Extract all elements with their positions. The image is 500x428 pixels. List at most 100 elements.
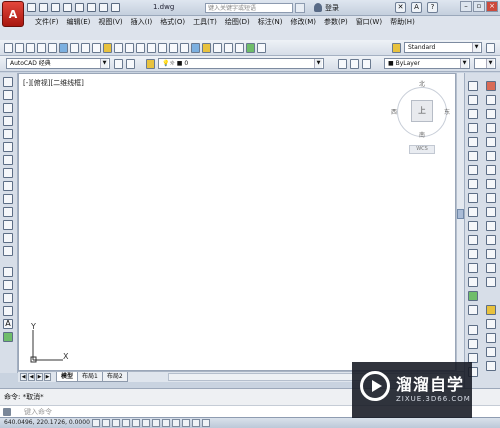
close-icon[interactable]: × <box>486 1 498 12</box>
menu-draw[interactable]: 绘图(D) <box>225 17 250 27</box>
plot-icon[interactable] <box>75 3 84 12</box>
redo-tool-icon[interactable] <box>136 43 145 53</box>
make-block-icon[interactable] <box>3 233 13 243</box>
line-icon[interactable] <box>3 77 13 87</box>
minimize-icon[interactable]: – <box>460 1 472 12</box>
wrench-icon[interactable] <box>3 408 11 416</box>
snap-apparent-icon[interactable] <box>486 123 496 133</box>
open-file-icon[interactable] <box>39 3 48 12</box>
transparency-icon[interactable] <box>182 419 190 427</box>
block-editor-icon[interactable] <box>114 43 123 53</box>
qnew-icon[interactable] <box>4 43 13 53</box>
dim-radius-icon[interactable] <box>486 347 496 357</box>
workspace-settings-icon[interactable] <box>114 59 123 69</box>
snap-tangent-icon[interactable] <box>486 179 496 189</box>
layer-properties-icon[interactable] <box>146 59 155 69</box>
selection-cycling-icon[interactable] <box>202 419 210 427</box>
hatch-icon[interactable] <box>3 267 13 277</box>
help-tool-icon[interactable] <box>257 43 266 53</box>
vertical-scrollbar[interactable] <box>456 73 464 371</box>
chamfer-icon[interactable] <box>468 263 478 273</box>
polyline-icon[interactable] <box>3 103 13 113</box>
menu-help[interactable]: 帮助(H) <box>390 17 415 27</box>
open-icon[interactable] <box>15 43 24 53</box>
snap-center-icon[interactable] <box>486 151 496 161</box>
join-icon[interactable] <box>468 249 478 259</box>
compass-north[interactable]: 北 <box>419 79 425 88</box>
dim-linear-icon[interactable] <box>486 305 496 315</box>
ortho-mode-icon[interactable] <box>112 419 120 427</box>
last-tab-icon[interactable]: ▶ <box>44 373 51 381</box>
viewport-controls-label[interactable]: [-][俯视][二维线框] <box>23 78 84 88</box>
tab-layout2[interactable]: 布局2 <box>101 372 128 382</box>
compass-west[interactable]: 西 <box>391 107 397 116</box>
fillet-icon[interactable] <box>468 277 478 287</box>
viewcube-top-face[interactable]: 上 <box>411 100 433 122</box>
signin-link[interactable]: 登录 <box>325 3 339 13</box>
polar-tracking-icon[interactable] <box>122 419 130 427</box>
dim-style-icon[interactable] <box>486 43 495 53</box>
grid-mode-icon[interactable] <box>102 419 110 427</box>
menu-insert[interactable]: 插入(I) <box>131 17 153 27</box>
save-tool-icon[interactable] <box>26 43 35 53</box>
snap-perpendicular-icon[interactable] <box>486 193 496 203</box>
stretch-icon[interactable] <box>468 193 478 203</box>
next-tab-icon[interactable]: ▶ <box>36 373 43 381</box>
tab-model[interactable]: 模型 <box>56 372 79 382</box>
print-icon[interactable] <box>111 3 120 12</box>
gradient-icon[interactable] <box>3 280 13 290</box>
rectangle-icon[interactable] <box>3 129 13 139</box>
text-style-icon[interactable] <box>392 43 401 53</box>
dynamic-input-icon[interactable] <box>162 419 170 427</box>
rotate-icon[interactable] <box>468 165 478 175</box>
erase-icon[interactable] <box>468 81 478 91</box>
snap-endpoint-icon[interactable] <box>486 81 496 91</box>
pan-icon[interactable] <box>147 43 156 53</box>
new-file-icon[interactable] <box>27 3 36 12</box>
menu-file[interactable]: 文件(F) <box>35 17 59 27</box>
lineweight-icon[interactable] <box>172 419 180 427</box>
redo-icon[interactable] <box>99 3 108 12</box>
wcs-menu[interactable]: WCS <box>409 145 435 154</box>
undo-tool-icon[interactable] <box>125 43 134 53</box>
zoom-window-icon[interactable] <box>169 43 178 53</box>
undo-icon[interactable] <box>87 3 96 12</box>
layer-previous-icon[interactable] <box>350 59 359 69</box>
help-button[interactable]: ? <box>427 2 438 13</box>
user-icon[interactable] <box>314 3 322 12</box>
markup-icon[interactable] <box>235 43 244 53</box>
extend-icon[interactable] <box>468 221 478 231</box>
break-icon[interactable] <box>468 235 478 245</box>
dynamic-ucs-icon[interactable] <box>152 419 160 427</box>
check-icon[interactable] <box>468 291 478 301</box>
design-center-icon[interactable] <box>202 43 211 53</box>
layer-dropdown[interactable]: 💡☼ ■ 0 ▼ <box>158 58 324 69</box>
paste-icon[interactable] <box>92 43 101 53</box>
quick-properties-icon[interactable] <box>192 419 200 427</box>
compass-south[interactable]: 南 <box>419 130 425 139</box>
preview-icon[interactable] <box>48 43 57 53</box>
trim-icon[interactable] <box>468 207 478 217</box>
snap-parallel-icon[interactable] <box>486 207 496 217</box>
draw-order-icon[interactable] <box>468 325 478 335</box>
color-dropdown[interactable]: ■ ByLayer ▼ <box>384 58 470 69</box>
point-icon[interactable] <box>3 246 13 256</box>
menu-view[interactable]: 视图(V) <box>98 17 122 27</box>
table-icon[interactable] <box>3 306 13 316</box>
offset-icon[interactable] <box>468 123 478 133</box>
object-snap-icon[interactable] <box>132 419 140 427</box>
search-input[interactable]: 键入关键字或短语 <box>205 3 293 13</box>
snap-none-icon[interactable] <box>486 263 496 273</box>
coordinates-readout[interactable]: 640.0496, 220.1726, 0.0000 <box>4 419 90 426</box>
revcloud-icon[interactable] <box>3 168 13 178</box>
linetype-dropdown[interactable]: ▼ <box>474 58 496 69</box>
polygon-icon[interactable] <box>3 116 13 126</box>
zoom-previous-icon[interactable] <box>180 43 189 53</box>
drawing-canvas[interactable]: [-][俯视][二维线框] 上 北 南 东 西 WCS Y X <box>18 73 456 371</box>
scrollbar-thumb[interactable] <box>457 209 464 219</box>
move-icon[interactable] <box>468 151 478 161</box>
restore-icon[interactable]: ▫ <box>473 1 485 12</box>
first-tab-icon[interactable]: ◀ <box>20 373 27 381</box>
sheet-set-icon[interactable] <box>224 43 233 53</box>
construction-line-icon[interactable] <box>3 90 13 100</box>
